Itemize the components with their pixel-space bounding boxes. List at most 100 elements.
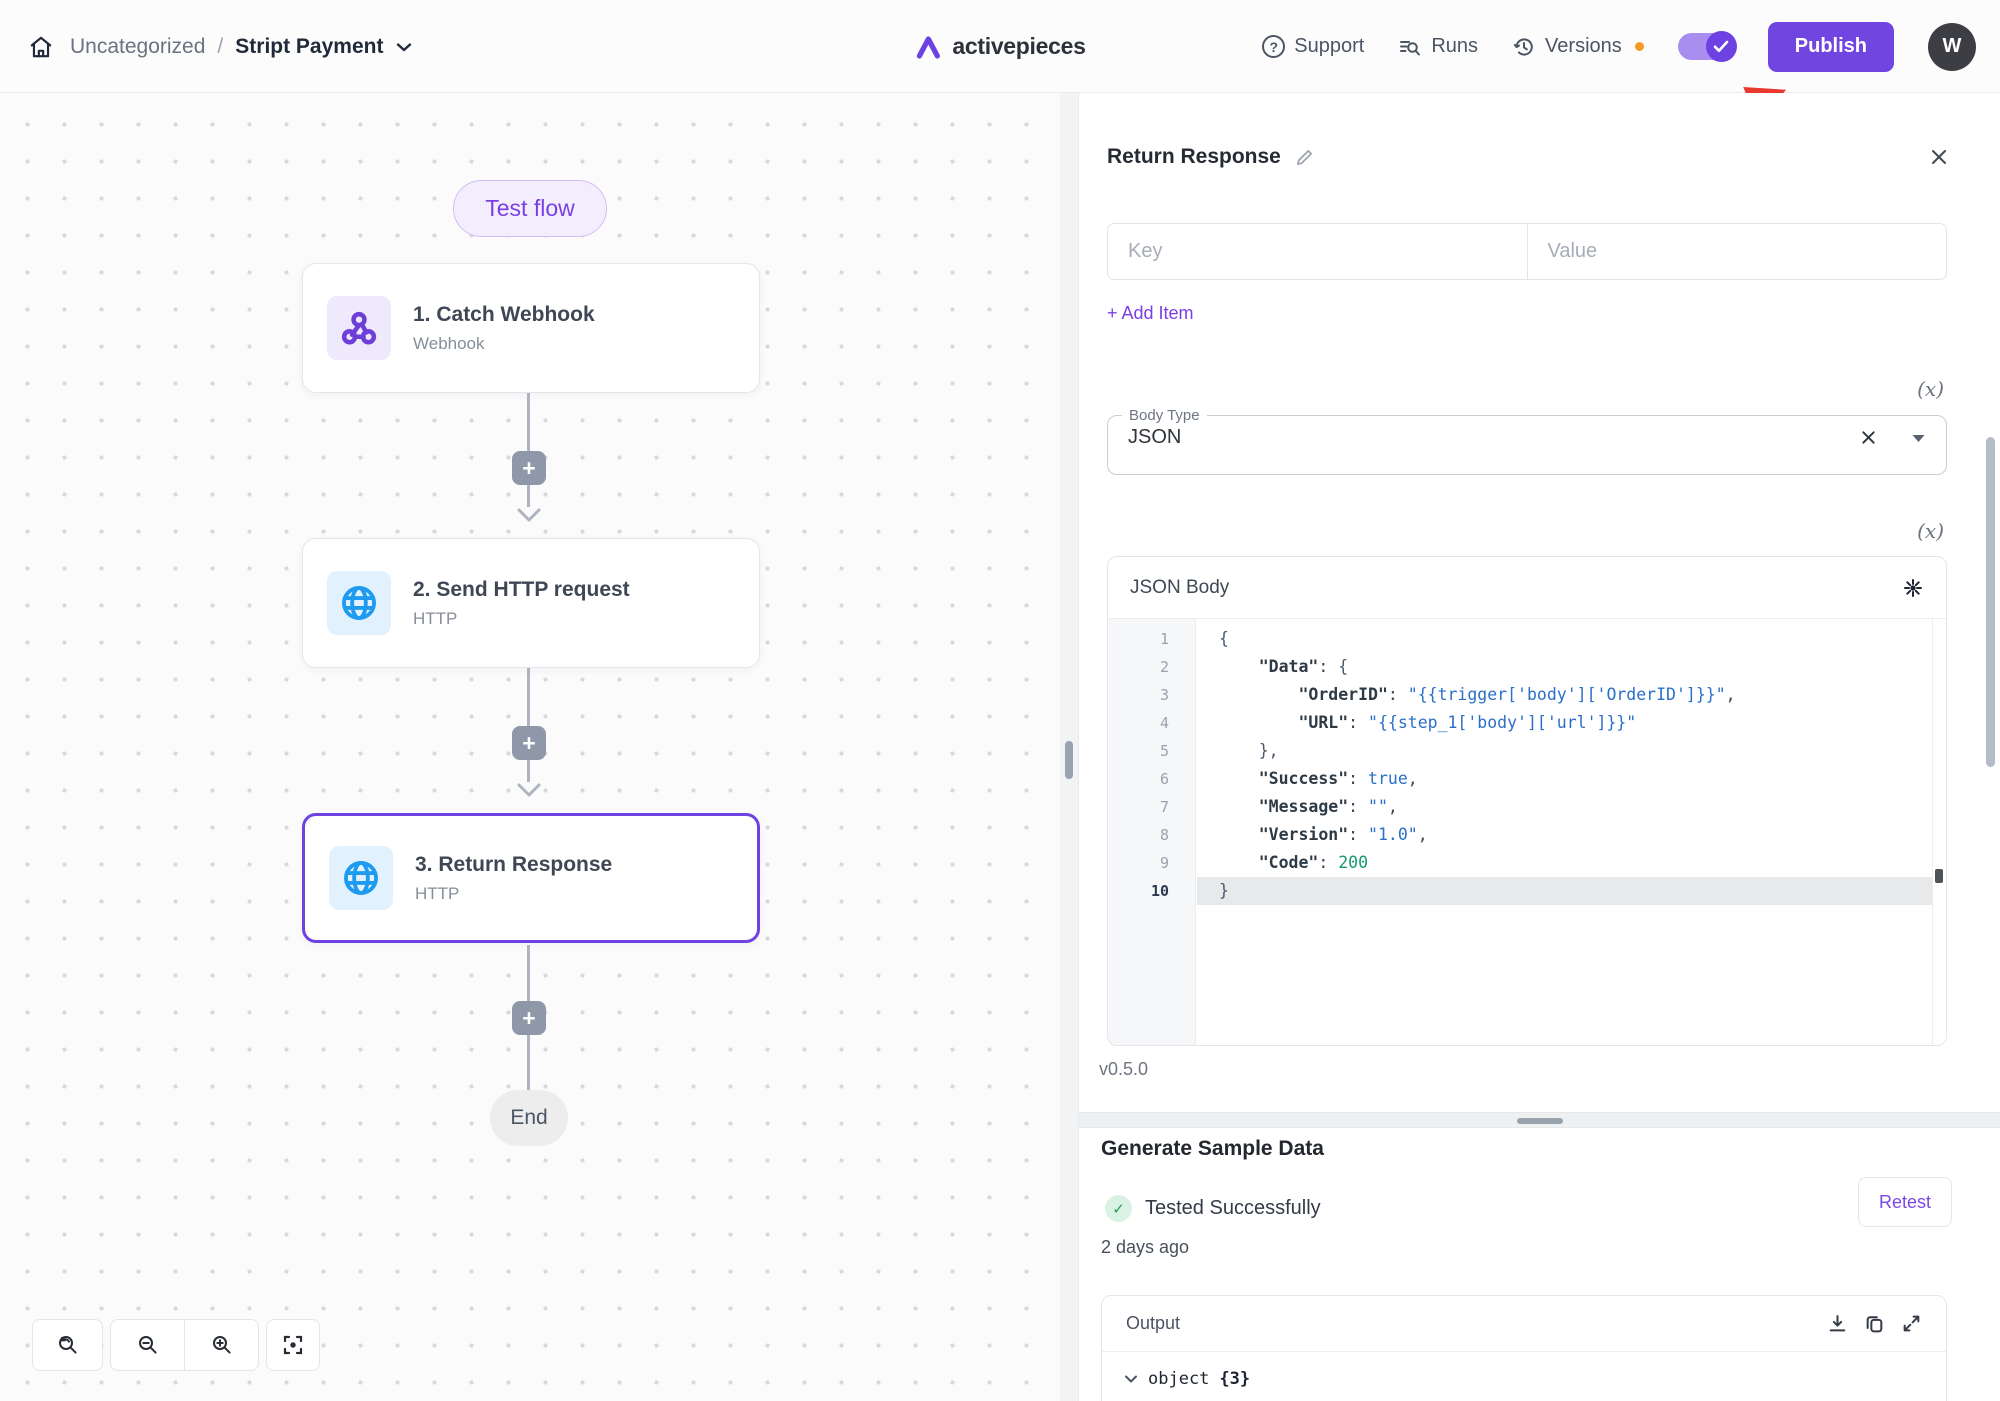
code-line[interactable]: "Success": true,	[1197, 765, 1932, 793]
line-number: 5	[1108, 737, 1195, 765]
add-item-button[interactable]: + Add Item	[1107, 303, 1194, 324]
line-number: 10	[1108, 877, 1195, 905]
breadcrumb-flow-name[interactable]: Stript Payment	[235, 35, 383, 59]
chevron-down-icon	[1124, 1374, 1138, 1384]
webhook-icon	[327, 296, 391, 360]
nav-support[interactable]: ? Support	[1262, 35, 1364, 58]
tree-node-count: {3}	[1219, 1369, 1250, 1389]
add-step-button[interactable]: +	[512, 726, 546, 760]
step-card-catch-webhook[interactable]: 1. Catch Webhook Webhook	[302, 263, 760, 393]
home-icon	[28, 34, 54, 60]
body-type-field[interactable]: Body Type JSON	[1107, 407, 1947, 475]
line-number: 7	[1108, 793, 1195, 821]
code-line[interactable]: "Data": {	[1197, 653, 1932, 681]
line-number: 6	[1108, 765, 1195, 793]
code-line[interactable]: "Code": 200	[1197, 849, 1932, 877]
logo-text: activepieces	[952, 33, 1085, 60]
zoom-out-button[interactable]	[111, 1320, 184, 1370]
key-input[interactable]	[1108, 224, 1527, 279]
reset-zoom-button[interactable]	[32, 1319, 103, 1371]
output-tree-root[interactable]: object {3}	[1102, 1352, 1946, 1389]
zoom-in-button[interactable]	[184, 1320, 258, 1370]
panel-resize-gutter	[1060, 93, 1078, 1401]
download-output-button[interactable]	[1827, 1313, 1848, 1334]
fit-to-view-icon	[281, 1333, 305, 1357]
connector-line	[527, 393, 530, 507]
section-divider	[1079, 1112, 2000, 1128]
add-step-button[interactable]: +	[512, 1001, 546, 1035]
rename-step-button[interactable]	[1295, 148, 1314, 167]
publish-button[interactable]: Publish	[1768, 22, 1894, 72]
flow-end-marker: End	[490, 1090, 568, 1146]
zoom-out-icon	[136, 1333, 160, 1357]
nav-runs[interactable]: Runs	[1398, 35, 1478, 59]
step-subtitle: HTTP	[413, 609, 630, 629]
versions-label: Versions	[1545, 35, 1622, 58]
arrowhead-down-icon	[516, 782, 542, 798]
step-subtitle: HTTP	[415, 884, 612, 904]
breadcrumb-category[interactable]: Uncategorized	[70, 35, 205, 59]
chevron-down-icon	[395, 41, 413, 53]
output-card: Output	[1101, 1295, 1947, 1401]
flow-builder-app: Uncategorized / Stript Payment activepie…	[0, 0, 2000, 1401]
success-check-icon: ✓	[1105, 1195, 1132, 1222]
section-resize-handle[interactable]	[1517, 1118, 1563, 1124]
body-type-dropdown-button[interactable]	[1911, 433, 1926, 443]
test-status-text: Tested Successfully	[1145, 1197, 1321, 1220]
editor-code-area[interactable]: { "Data": { "OrderID": "{{trigger['body'…	[1197, 619, 1932, 1045]
close-panel-button[interactable]	[1929, 147, 1949, 167]
expand-output-button[interactable]	[1901, 1313, 1922, 1334]
step-title: 2. Send HTTP request	[413, 578, 630, 602]
code-editor[interactable]: 12345678910 { "Data": { "OrderID": "{{tr…	[1108, 619, 1946, 1045]
value-input[interactable]	[1528, 224, 1947, 279]
code-line[interactable]: "OrderID": "{{trigger['body']['OrderID']…	[1197, 681, 1932, 709]
flow-enabled-toggle[interactable]	[1678, 33, 1734, 60]
step-card-return-response[interactable]: 3. Return Response HTTP	[302, 813, 760, 943]
copy-output-button[interactable]	[1864, 1313, 1885, 1334]
json-body-label: JSON Body	[1130, 577, 1229, 599]
code-line[interactable]: {	[1197, 625, 1932, 653]
step-settings-panel: Return Response + Add Item (x) Body Type	[1078, 93, 2000, 1401]
line-number: 4	[1108, 709, 1195, 737]
reset-zoom-icon	[56, 1333, 80, 1357]
dynamic-value-icon[interactable]: (x)	[1917, 519, 1944, 543]
ai-assist-button[interactable]	[1902, 577, 1924, 599]
retest-button[interactable]: Retest	[1858, 1177, 1952, 1227]
step-card-send-http[interactable]: 2. Send HTTP request HTTP	[302, 538, 760, 668]
clear-body-type-button[interactable]	[1860, 429, 1877, 446]
flow-canvas[interactable]: Test flow 1. Catch Webhook Webhook + 2. …	[0, 93, 1060, 1401]
key-cell	[1108, 224, 1527, 279]
line-number: 2	[1108, 653, 1195, 681]
globe-icon	[329, 846, 393, 910]
support-label: Support	[1294, 35, 1364, 58]
code-line[interactable]: }	[1197, 877, 1932, 905]
zoom-in-icon	[210, 1333, 234, 1357]
line-number: 9	[1108, 849, 1195, 877]
editor-scrollbar-thumb[interactable]	[1935, 869, 1943, 883]
pencil-icon	[1295, 148, 1314, 167]
tree-node-type: object	[1148, 1369, 1209, 1389]
code-line[interactable]: "Message": "",	[1197, 793, 1932, 821]
line-number: 8	[1108, 821, 1195, 849]
avatar[interactable]: W	[1928, 23, 1976, 71]
code-line[interactable]: "URL": "{{step_1['body']['url']}}"	[1197, 709, 1932, 737]
zoom-button-group	[110, 1319, 259, 1371]
fit-to-view-button[interactable]	[266, 1319, 320, 1371]
test-flow-button[interactable]: Test flow	[453, 180, 607, 237]
toggle-thumb	[1706, 31, 1737, 62]
flow-menu-button[interactable]	[395, 41, 413, 53]
panel-resize-handle[interactable]	[1065, 741, 1073, 779]
x-clear-icon	[1860, 429, 1877, 446]
response-headers-row	[1107, 223, 1947, 280]
panel-title: Return Response	[1107, 145, 1281, 169]
add-step-button[interactable]: +	[512, 451, 546, 485]
code-line[interactable]: },	[1197, 737, 1932, 765]
panel-scrollbar-thumb[interactable]	[1986, 437, 1995, 767]
runs-label: Runs	[1431, 35, 1478, 58]
home-button[interactable]	[28, 34, 54, 60]
close-icon	[1929, 147, 1949, 167]
code-line[interactable]: "Version": "1.0",	[1197, 821, 1932, 849]
dynamic-value-icon[interactable]: (x)	[1917, 377, 1944, 401]
json-body-editor-card: JSON Body 12345678910 { "Data": { "Order…	[1107, 556, 1947, 1046]
nav-versions[interactable]: Versions	[1512, 35, 1644, 59]
